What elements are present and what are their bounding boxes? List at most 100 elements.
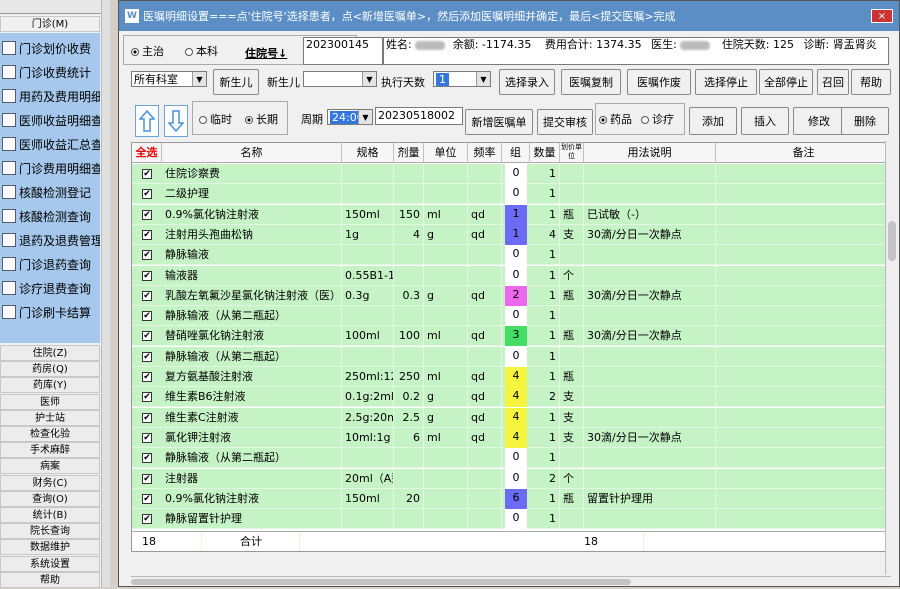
zhuyuanhao-link[interactable]: 住院号↓ [245,45,287,61]
menu-item[interactable]: 核酸检测查询 [2,205,100,227]
toolbar-button[interactable]: 全部停止 [759,69,813,95]
toolbar-button[interactable]: 医嘱作废 [627,69,691,95]
table-row[interactable]: ✔ 静脉输液（从第二瓶起） 1 0 [132,448,890,469]
group-header-outpatient[interactable]: 门诊(M) [0,16,100,32]
edit-button[interactable]: 插入 [741,107,789,135]
row-checkbox[interactable]: ✔ [142,311,152,322]
table-row[interactable]: ✔ 注射器20ml（A型针） 2个 0 [132,468,890,489]
sidebar-scrollbar[interactable] [101,0,110,587]
table-row[interactable]: ✔ 二级护理 1 0 [132,184,890,205]
group-header[interactable]: 帮助 [0,571,100,588]
edit-button[interactable]: 添加 [689,107,737,135]
group-header[interactable]: 护士站 [0,409,100,426]
radio-benke[interactable]: 本科 [185,43,218,59]
radio-main[interactable]: 主治 [131,43,164,59]
row-checkbox[interactable]: ✔ [142,229,152,240]
row-checkbox[interactable]: ✔ [142,412,152,423]
table-row[interactable]: ✔ 静脉输液（从第二瓶起） 1 0 [132,346,890,367]
column-header[interactable]: 频率 [468,143,502,163]
newborn-select[interactable]: ▼ [303,71,377,87]
menu-item[interactable]: 退药及退费管理 [2,229,100,251]
row-checkbox[interactable]: ✔ [142,270,152,281]
column-header[interactable]: 划价单位 [560,143,584,163]
table-row[interactable]: ✔ 静脉留置针护理 1 0 [132,509,890,530]
radio-temporary[interactable]: 临时 [199,111,232,127]
table-row[interactable]: ✔ 输液器 0.55B1-1 1 个 0 [132,265,890,286]
menu-item[interactable]: 门诊刷卡结算 [2,301,100,323]
submit-review-button[interactable]: 提交审核 [537,109,593,135]
menu-item[interactable]: 门诊收费统计 [2,61,100,83]
radio-drug[interactable]: 药品 [599,111,632,127]
row-checkbox[interactable]: ✔ [142,392,152,403]
vertical-scroll-thumb[interactable] [888,221,896,261]
group-header[interactable]: 系统设置 [0,555,100,572]
zhuyuanhao-field[interactable]: 202300145 [303,37,383,65]
group-header[interactable]: 医师 [0,393,100,410]
menu-item[interactable]: 诊疗退费查询 [2,277,100,299]
table-row[interactable]: ✔ 替硝唑氯化钠注射液 100ml 100 ml qd 1 瓶 30滴/分日一次静点 3 [132,326,890,347]
column-header[interactable]: 单位 [424,143,468,163]
row-checkbox[interactable]: ✔ [142,453,152,464]
menu-item[interactable]: 门诊退药查询 [2,253,100,275]
table-row[interactable]: ✔ 住院诊察费 1 0 [132,164,890,184]
row-checkbox[interactable]: ✔ [142,372,152,382]
column-header[interactable]: 组 [502,143,530,163]
column-header[interactable]: 全选 [132,143,162,163]
close-button[interactable]: × [871,9,893,23]
group-header[interactable]: 院长查询 [0,523,100,540]
table-row[interactable]: ✔ 0.9%氯化钠注射液 150ml 150 ml qd 1 瓶已试敏（-） 1 [132,204,890,225]
table-row[interactable]: ✔ 静脉输液（从第二瓶起） 1 0 [132,306,890,327]
toolbar-button[interactable]: 选择录入 [499,69,555,95]
edit-button[interactable]: 删除 [841,107,889,135]
row-checkbox[interactable]: ✔ [142,331,152,342]
row-checkbox[interactable]: ✔ [142,189,152,200]
group-header[interactable]: 查询(O) [0,490,100,507]
table-row[interactable]: ✔ 乳酸左氧氟沙星氯化钠注射液（医） 0.3g 0.3 g qd 1 瓶 30滴/分日一次静点 2 [132,285,890,306]
menu-item[interactable]: 医师收益汇总查 [2,133,100,155]
toolbar-button[interactable]: 选择停止 [695,69,757,95]
order-number-field[interactable]: 20230518002 [375,107,463,125]
row-checkbox[interactable]: ✔ [142,493,152,504]
table-row[interactable]: ✔ 维生素B6注射液 0.1g:2ml 0.2 g qd 2 支 4 [132,387,890,408]
table-row[interactable]: ✔ 注射用头孢曲松钠 1g 4 g qd 4 支 30滴/分日一次静点 1 [132,224,890,245]
column-header[interactable]: 备注 [716,143,890,163]
row-checkbox[interactable]: ✔ [142,473,152,484]
new-order-button[interactable]: 新增医嘱单 [465,109,533,135]
column-header[interactable]: 规格 [342,143,394,163]
column-header[interactable]: 剂量 [394,143,424,163]
group-header[interactable]: 药库(Y) [0,377,100,394]
move-down-button[interactable] [164,105,188,137]
exec-days-select[interactable]: 1 ▼ [433,71,491,87]
row-checkbox[interactable]: ✔ [142,250,152,261]
menu-item[interactable]: 门诊划价收费 [2,37,100,59]
group-header[interactable]: 药房(Q) [0,361,100,378]
menu-item[interactable]: 医师收益明细查 [2,109,100,131]
group-header[interactable]: 数据维护 [0,539,100,556]
dept-select[interactable]: 所有科室 ▼ [131,71,207,87]
toolbar-button[interactable]: 帮助 [851,69,891,95]
group-header[interactable]: 统计(B) [0,507,100,523]
toolbar-button[interactable]: 召回 [817,69,849,95]
horizontal-scroll-thumb[interactable] [131,579,631,585]
group-header[interactable]: 财务(C) [0,474,100,491]
table-row[interactable]: ✔ 复方氨基酸注射液250ml:12.5g250mlqd 1瓶 4 [132,367,890,387]
group-header[interactable]: 手术麻醉 [0,442,100,459]
row-checkbox[interactable]: ✔ [142,290,152,301]
move-up-button[interactable] [135,105,159,137]
row-checkbox[interactable]: ✔ [142,209,152,220]
menu-item[interactable]: 用药及费用明细 [2,85,100,107]
table-row[interactable]: ✔ 维生素C注射液2.5g:20ml2.5gqd 1支 4 [132,407,890,428]
newborn-button[interactable]: 新生儿 [213,69,259,95]
table-row[interactable]: ✔ 0.9%氯化钠注射液 150ml 20 1 瓶留置针护理用 6 [132,488,890,509]
row-checkbox[interactable]: ✔ [142,432,152,443]
menu-item[interactable]: 核酸检测登记 [2,181,100,203]
table-row[interactable]: ✔ 氯化钾注射液 10ml:1g 6 ml qd 1 支 30滴/分日一次静点 4 [132,427,890,448]
row-checkbox[interactable]: ✔ [142,351,152,362]
group-header[interactable]: 检查化验 [0,426,100,442]
horizontal-scrollbar[interactable] [131,576,891,586]
column-header[interactable]: 名称 [162,143,342,163]
row-checkbox[interactable]: ✔ [142,514,152,525]
toolbar-button[interactable]: 医嘱复制 [561,69,621,95]
group-header[interactable]: 病案 [0,458,100,475]
edit-button[interactable]: 修改 [793,107,845,135]
